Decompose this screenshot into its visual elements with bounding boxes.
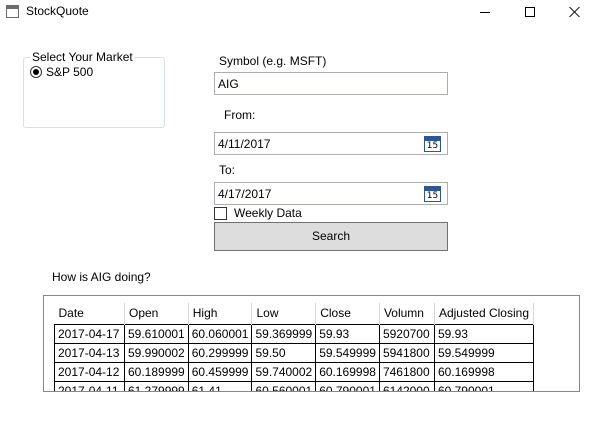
cell-date[interactable]: 2017-04-11	[54, 380, 125, 391]
table-row[interactable]: 2017-04-12 60.189999 60.459999 59.740002…	[54, 361, 535, 382]
cell-close[interactable]: 59.549999	[315, 342, 380, 363]
cell-date[interactable]: 2017-04-13	[54, 342, 125, 363]
weekly-data-checkbox[interactable]: Weekly Data	[214, 206, 302, 220]
minimize-icon	[480, 11, 490, 13]
checkbox-box[interactable]	[214, 206, 227, 220]
cell-adjusted-closing[interactable]: 60.169998	[433, 361, 535, 382]
window-title: StockQuote	[26, 4, 89, 18]
close-button[interactable]	[552, 0, 598, 24]
cell-high[interactable]: 60.459999	[187, 361, 253, 382]
symbol-input-value: AIG	[218, 77, 239, 91]
cell-adjusted-closing[interactable]: 59.549999	[433, 342, 535, 363]
cell-open[interactable]: 59.990002	[124, 342, 189, 363]
market-radio-sp500[interactable]: S&P 500	[30, 65, 93, 79]
cell-high[interactable]: 60.299999	[187, 342, 253, 363]
cell-close[interactable]: 60.169998	[315, 361, 380, 382]
cell-low[interactable]: 59.50	[251, 342, 317, 363]
cell-high[interactable]: 61.41	[187, 380, 253, 391]
table-row[interactable]: 2017-04-13 59.990002 60.299999 59.50 59.…	[54, 342, 535, 363]
radio-label: S&P 500	[46, 65, 94, 79]
minimize-button[interactable]	[462, 0, 508, 24]
column-header-low[interactable]: Low	[251, 303, 317, 324]
to-date-value: 4/17/2017	[218, 187, 272, 201]
cell-close[interactable]: 59.93	[315, 323, 380, 344]
cell-low[interactable]: 60.560001	[251, 380, 317, 391]
to-date-picker[interactable]: 4/17/2017 15	[214, 182, 448, 205]
cell-open[interactable]: 59.610001	[124, 323, 189, 344]
close-icon	[569, 6, 581, 18]
cell-high[interactable]: 60.060001	[187, 323, 253, 344]
cell-volumn[interactable]: 6142000	[378, 380, 435, 391]
column-header-volumn[interactable]: Volumn	[379, 303, 435, 324]
cell-open[interactable]: 61.279999	[124, 380, 189, 391]
calendar-day-number: 15	[426, 191, 439, 201]
cell-date[interactable]: 2017-04-12	[54, 361, 125, 382]
to-label: To:	[219, 163, 236, 177]
calendar-icon[interactable]: 15	[424, 186, 441, 202]
column-header-close[interactable]: Close	[315, 303, 380, 324]
quote-table: Date Open High Low Close Volumn Adjusted…	[54, 303, 535, 391]
radio-button[interactable]	[30, 66, 42, 78]
cell-volumn[interactable]: 5920700	[378, 323, 435, 344]
maximize-icon	[525, 7, 535, 17]
column-header-date[interactable]: Date	[54, 303, 125, 324]
calendar-icon[interactable]: 15	[424, 136, 441, 152]
cell-volumn[interactable]: 7461800	[378, 361, 435, 382]
cell-close[interactable]: 60.790001	[315, 380, 380, 391]
weekly-data-label: Weekly Data	[234, 206, 302, 220]
symbol-input[interactable]: AIG	[214, 72, 448, 95]
cell-open[interactable]: 60.189999	[124, 361, 189, 382]
table-header-row: Date Open High Low Close Volumn Adjusted…	[54, 303, 535, 324]
table-row[interactable]: 2017-04-17 59.610001 60.060001 59.369999…	[54, 323, 535, 344]
from-date-value: 4/11/2017	[218, 137, 271, 151]
cell-date[interactable]: 2017-04-17	[54, 323, 125, 344]
cell-volumn[interactable]: 5941800	[378, 342, 435, 363]
calendar-day-number: 15	[426, 141, 439, 151]
market-group-label: Select Your Market	[30, 50, 135, 64]
cell-low[interactable]: 59.369999	[251, 323, 317, 344]
from-date-picker[interactable]: 4/11/2017 15	[214, 132, 448, 155]
quote-data-grid[interactable]: Date Open High Low Close Volumn Adjusted…	[43, 295, 580, 392]
result-heading: How is AIG doing?	[52, 270, 151, 284]
cell-adjusted-closing[interactable]: 59.93	[433, 323, 535, 344]
from-label: From:	[224, 108, 256, 122]
search-button[interactable]: Search	[214, 222, 448, 251]
table-row[interactable]: 2017-04-11 61.279999 61.41 60.560001 60.…	[54, 380, 535, 391]
cell-adjusted-closing[interactable]: 60.790001	[433, 380, 535, 391]
title-bar: StockQuote	[0, 0, 598, 24]
column-header-adjusted-closing[interactable]: Adjusted Closing	[434, 303, 535, 324]
window-app-icon	[6, 5, 19, 18]
column-header-open[interactable]: Open	[124, 303, 189, 324]
radio-selected-dot	[33, 69, 39, 75]
cell-low[interactable]: 59.740002	[251, 361, 317, 382]
maximize-button[interactable]	[507, 0, 553, 24]
column-header-high[interactable]: High	[188, 303, 253, 324]
symbol-label: Symbol (e.g. MSFT)	[219, 54, 327, 68]
